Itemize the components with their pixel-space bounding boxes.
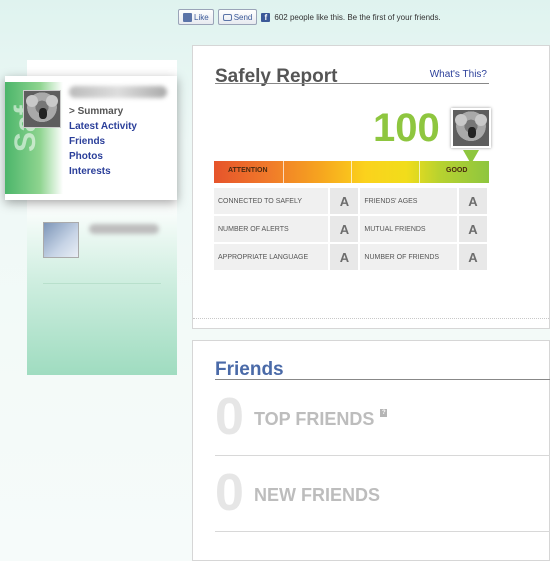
grade-value: A <box>329 188 361 216</box>
thumbs-up-icon <box>183 12 192 22</box>
grade-value: A <box>458 188 489 216</box>
new-friends-label: NEW FRIENDS <box>254 485 380 505</box>
divider <box>215 531 550 532</box>
sidebar-nav: > Summary Latest Activity Friends Photos… <box>69 104 137 179</box>
top-friends-count: 0 <box>215 388 244 446</box>
sidebar-item-friends[interactable]: Friends <box>69 134 137 149</box>
blurred-friend-name <box>89 224 159 234</box>
friends-panel: Friends 0 TOP FRIENDS? 0 NEW FRIENDS <box>192 340 550 561</box>
gauge-label-good: GOOD <box>446 167 468 174</box>
send-label: Send <box>233 12 253 22</box>
sidebar-item-photos[interactable]: Photos <box>69 149 137 164</box>
grade-label: NUMBER OF FRIENDS <box>359 243 459 272</box>
grade-label: CONNECTED TO SAFELY <box>214 188 331 216</box>
sidebar-item-summary[interactable]: > Summary <box>69 104 137 119</box>
blurred-profile-name <box>69 86 167 98</box>
whats-this-link[interactable]: What's This? <box>430 69 487 80</box>
friend-avatar[interactable] <box>43 222 79 258</box>
top-friends-label: TOP FRIENDS? <box>254 409 388 429</box>
facebook-icon: f <box>261 12 271 22</box>
report-title: Safely Report <box>215 66 338 87</box>
gauge-label-attention: ATTENTION <box>228 167 268 174</box>
title-underline <box>215 379 550 380</box>
table-row: CONNECTED TO SAFELY A FRIENDS' AGES A <box>214 188 489 216</box>
grade-value: A <box>458 243 489 272</box>
table-row: NUMBER OF ALERTS A MUTUAL FRIENDS A <box>214 215 489 244</box>
grade-value: A <box>329 243 361 272</box>
facebook-like-bar: Like Send f 602 people like this. Be the… <box>178 8 441 26</box>
send-icon <box>222 13 232 21</box>
like-button[interactable]: Like <box>178 9 214 25</box>
grade-value: A <box>458 215 489 244</box>
grade-label: NUMBER OF ALERTS <box>214 215 331 244</box>
sidebar-item-interests[interactable]: Interests <box>69 164 137 179</box>
grade-value: A <box>329 215 361 244</box>
friends-title: Friends <box>215 359 284 380</box>
help-icon[interactable]: ? <box>380 409 388 417</box>
grade-label: APPROPRIATE LANGUAGE <box>214 243 331 272</box>
send-button[interactable]: Send <box>217 9 258 25</box>
profile-card: Saf > Summary Latest Activity Friends Ph… <box>5 76 177 200</box>
dotted-divider <box>193 318 549 319</box>
title-underline <box>215 83 489 84</box>
safety-score: 100 <box>373 106 440 150</box>
grade-label: FRIENDS' AGES <box>359 188 459 216</box>
table-row: APPROPRIATE LANGUAGE A NUMBER OF FRIENDS… <box>214 243 489 272</box>
sidebar-item-latest-activity[interactable]: Latest Activity <box>69 119 137 134</box>
safety-gauge: ATTENTION GOOD <box>214 161 489 183</box>
new-friends-count: 0 <box>215 464 244 522</box>
divider <box>43 283 161 284</box>
score-avatar <box>451 108 491 148</box>
grade-label: MUTUAL FRIENDS <box>359 215 459 244</box>
like-count-text: 602 people like this. Be the first of yo… <box>274 12 441 22</box>
profile-avatar[interactable] <box>23 90 61 128</box>
like-label: Like <box>194 12 209 22</box>
grades-table: CONNECTED TO SAFELY A FRIENDS' AGES A NU… <box>214 188 489 272</box>
divider <box>215 455 550 456</box>
safely-report-panel: Safely Report What's This? 100 ATTENTION… <box>192 45 550 329</box>
